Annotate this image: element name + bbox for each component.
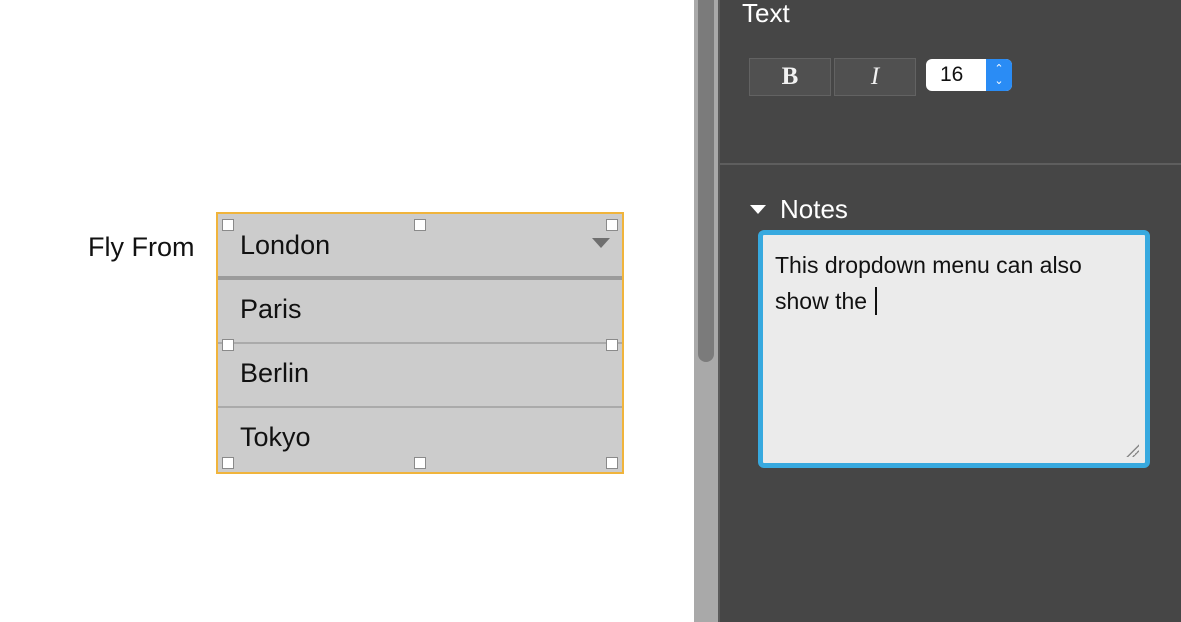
resize-handle-top[interactable] — [414, 219, 426, 231]
font-size-value[interactable]: 16 — [940, 63, 963, 87]
text-cursor — [875, 287, 878, 315]
inspector-panel: Text B I 16 ⌃ ⌄ Notes This dropdown menu … — [718, 0, 1181, 622]
dropdown-selected-value: London — [240, 230, 331, 260]
dropdown-option[interactable]: Berlin — [218, 344, 622, 408]
dropdown-option-label: Paris — [240, 294, 302, 324]
resize-handle-left[interactable] — [222, 339, 234, 351]
resize-grip-icon[interactable] — [1125, 443, 1139, 457]
resize-handle-right[interactable] — [606, 339, 618, 351]
font-size-stepper[interactable]: 16 ⌃ ⌄ — [926, 59, 1012, 91]
section-divider — [720, 163, 1181, 165]
city-dropdown-widget[interactable]: London Paris Berlin Tokyo — [216, 212, 624, 474]
up-down-chevron-icon[interactable]: ⌃ ⌄ — [986, 59, 1012, 91]
fly-from-label: Fly From — [88, 232, 195, 262]
italic-button[interactable]: I — [834, 58, 916, 96]
resize-handle-bottom-left[interactable] — [222, 457, 234, 469]
triangle-down-icon[interactable] — [592, 238, 610, 248]
text-section-title: Text — [742, 0, 790, 28]
design-canvas[interactable]: Fly From London Paris Berlin Tokyo — [0, 0, 694, 622]
notes-section-title: Notes — [780, 194, 848, 224]
dropdown-option-label: Tokyo — [240, 422, 311, 452]
resize-handle-bottom[interactable] — [414, 457, 426, 469]
notes-text-content[interactable]: This dropdown menu can also show the — [775, 247, 1135, 319]
canvas-scrollbar-thumb[interactable] — [698, 0, 714, 362]
notes-section-header[interactable]: Notes — [750, 194, 848, 225]
resize-handle-bottom-right[interactable] — [606, 457, 618, 469]
notes-textarea[interactable]: This dropdown menu can also show the — [758, 230, 1150, 468]
disclosure-triangle-icon[interactable] — [750, 205, 766, 214]
bold-button[interactable]: B — [749, 58, 831, 96]
resize-handle-top-right[interactable] — [606, 219, 618, 231]
dropdown-option[interactable]: Paris — [218, 280, 622, 344]
dropdown-option-label: Berlin — [240, 358, 310, 388]
resize-handle-top-left[interactable] — [222, 219, 234, 231]
notes-text: This dropdown menu can also show the — [775, 252, 1082, 314]
